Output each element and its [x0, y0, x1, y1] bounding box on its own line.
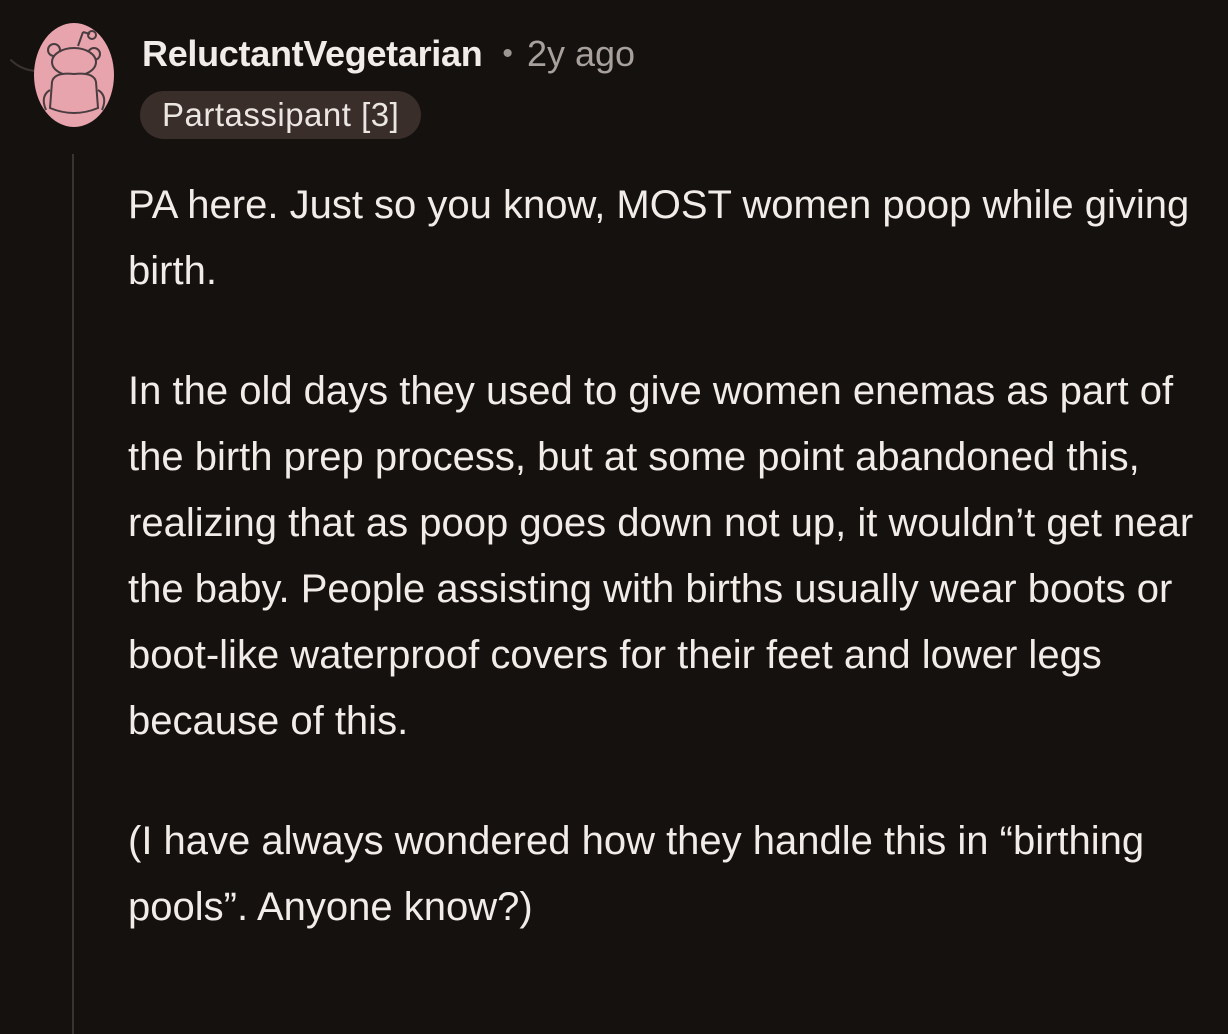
comment-paragraph: PA here. Just so you know, MOST women po…	[128, 183, 1190, 293]
snoo-avatar-icon[interactable]	[34, 20, 114, 130]
comment-timestamp[interactable]: 2y ago	[527, 33, 635, 75]
comment-paragraph: In the old days they used to give women …	[128, 369, 1194, 743]
comment-header: ReluctantVegetarian • 2y ago	[142, 28, 635, 80]
separator-dot: •	[502, 37, 513, 70]
thread-line[interactable]	[72, 154, 74, 1034]
author-username[interactable]: ReluctantVegetarian	[142, 33, 483, 75]
comment-body: PA here. Just so you know, MOST women po…	[128, 172, 1198, 994]
comment-paragraph: (I have always wondered how they handle …	[128, 819, 1145, 929]
user-flair-badge: Partassipant [3]	[140, 91, 422, 139]
